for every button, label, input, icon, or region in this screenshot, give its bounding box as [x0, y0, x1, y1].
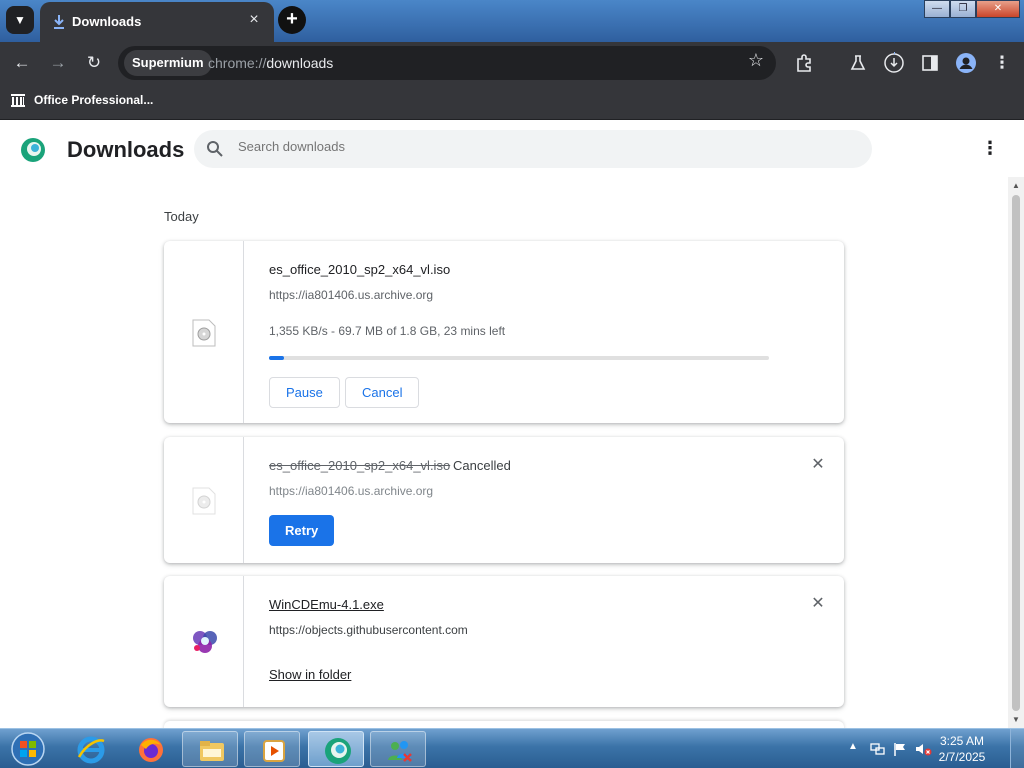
- file-name[interactable]: es_office_2010_sp2_x64_vl.iso: [269, 458, 450, 473]
- taskbar-network-users[interactable]: [370, 731, 426, 767]
- show-in-folder-link[interactable]: Show in folder: [269, 667, 351, 682]
- tab-title: Downloads: [72, 14, 142, 29]
- supermium-icon: [325, 738, 351, 764]
- system-tray: ▲ 3:25 AM 2/7/2025: [834, 729, 1024, 768]
- downloads-page: Downloads ⋮ ▲ ▼ Today es_office_2010_sp2…: [0, 121, 1024, 741]
- search-box[interactable]: [194, 130, 872, 168]
- browser-toolbar: ← → ↻ Supermium chrome://downloads ☆ ⋮: [0, 42, 1024, 84]
- clock-time: 3:25 AM: [939, 734, 985, 748]
- taskbar-supermium[interactable]: [308, 731, 364, 767]
- network-users-icon: [388, 741, 412, 762]
- window-controls: — ❐ ✕: [924, 0, 1020, 18]
- bookmark-star-icon[interactable]: ☆: [748, 50, 764, 71]
- bookmarks-bar: Office Professional...: [0, 84, 1024, 120]
- bookmark-label: Office Professional...: [34, 93, 154, 107]
- page-title: Downloads: [67, 137, 185, 162]
- file-name[interactable]: es_office_2010_sp2_x64_vl.iso: [269, 262, 450, 277]
- search-icon: [207, 141, 223, 157]
- page-header: Downloads ⋮: [0, 121, 1008, 177]
- search-input[interactable]: [238, 139, 838, 154]
- volume-muted-icon[interactable]: [914, 741, 932, 757]
- taskbar-firefox[interactable]: [122, 731, 178, 767]
- file-icon-column: [164, 576, 244, 707]
- archive-icon: [11, 94, 25, 107]
- disc-image-file-icon: [192, 487, 216, 515]
- file-source-url[interactable]: https://ia801406.us.archive.org: [269, 288, 433, 302]
- taskbar-file-explorer[interactable]: [182, 731, 238, 767]
- download-status: 1,355 KB/s - 69.7 MB of 1.8 GB, 23 mins …: [269, 324, 506, 338]
- forward-arrow-icon[interactable]: →: [45, 50, 71, 76]
- remove-item-close-icon[interactable]: ✕: [810, 457, 826, 473]
- lab-flask-icon[interactable]: [845, 50, 871, 76]
- file-source-url[interactable]: https://objects.githubusercontent.com: [269, 623, 468, 637]
- scroll-down-arrow-icon[interactable]: ▼: [1008, 715, 1024, 724]
- url-text[interactable]: chrome://downloads: [208, 55, 333, 71]
- chrome-menu-icon[interactable]: ⋮: [989, 50, 1015, 76]
- download-icon: [54, 15, 64, 29]
- remove-item-close-icon[interactable]: ✕: [810, 596, 826, 612]
- profile-avatar-icon[interactable]: [953, 50, 979, 76]
- media-player-icon: [263, 740, 285, 762]
- download-item: es_office_2010_sp2_x64_vl.iso https://ia…: [164, 241, 844, 423]
- window-titlebar: ▼ Downloads × + — ❐ ✕: [0, 0, 1024, 42]
- action-center-flag-icon[interactable]: [892, 741, 908, 757]
- tab-downloads[interactable]: Downloads ×: [40, 2, 274, 42]
- section-heading: Today: [164, 209, 199, 224]
- reload-icon[interactable]: ↻: [81, 50, 107, 76]
- download-status: Cancelled: [453, 458, 511, 473]
- page-scrollbar[interactable]: ▲ ▼: [1008, 177, 1024, 728]
- file-name-link[interactable]: WinCDEmu-4.1.exe: [269, 597, 384, 612]
- address-bar[interactable]: Supermium chrome://downloads ☆: [118, 46, 776, 80]
- supermium-logo-icon: [21, 138, 45, 162]
- tray-expand-arrow-icon[interactable]: ▲: [848, 741, 858, 752]
- chevron-down-icon: ▼: [14, 13, 26, 27]
- tab-search-button[interactable]: ▼: [6, 6, 34, 34]
- cancel-button[interactable]: Cancel: [345, 377, 420, 408]
- scroll-up-arrow-icon[interactable]: ▲: [1008, 181, 1024, 190]
- file-explorer-icon: [200, 741, 224, 761]
- side-panel-icon[interactable]: [917, 50, 943, 76]
- show-desktop-button[interactable]: [1010, 729, 1024, 768]
- internet-explorer-icon: [77, 736, 105, 764]
- taskbar-media-player[interactable]: [244, 731, 300, 767]
- file-icon-column: [164, 437, 244, 563]
- windows-start-icon[interactable]: [4, 729, 48, 768]
- network-icon[interactable]: [870, 741, 886, 757]
- pause-button[interactable]: Pause: [269, 377, 340, 408]
- clock-date: 2/7/2025: [938, 750, 986, 764]
- wincdemu-app-icon: [193, 631, 217, 653]
- windows-taskbar: ▲ 3:25 AM 2/7/2025: [0, 728, 1024, 768]
- maximize-button[interactable]: ❐: [950, 0, 976, 18]
- bookmark-office-professional[interactable]: Office Professional...: [10, 92, 153, 108]
- downloads-progress-icon[interactable]: [881, 50, 907, 76]
- tab-close-icon[interactable]: ×: [244, 10, 264, 30]
- download-item: WinCDEmu-4.1.exe https://objects.githubu…: [164, 576, 844, 707]
- minimize-button[interactable]: —: [924, 0, 950, 18]
- url-scheme: chrome://: [208, 55, 267, 71]
- download-item: es_office_2010_sp2_x64_vl.iso Cancelled …: [164, 437, 844, 563]
- download-progress-fill: [269, 356, 284, 360]
- file-source-url[interactable]: https://ia801406.us.archive.org: [269, 484, 433, 498]
- more-actions-icon[interactable]: ⋮: [980, 137, 1000, 161]
- scroll-thumb[interactable]: [1012, 195, 1020, 711]
- new-tab-button[interactable]: +: [278, 6, 306, 34]
- taskbar-internet-explorer[interactable]: [62, 731, 118, 767]
- firefox-icon: [139, 738, 163, 762]
- taskbar-clock[interactable]: 3:25 AM 2/7/2025: [932, 733, 992, 765]
- close-window-button[interactable]: ✕: [976, 0, 1020, 18]
- back-arrow-icon[interactable]: ←: [9, 50, 35, 76]
- download-progress-bar: [269, 356, 769, 360]
- extensions-icon[interactable]: [791, 50, 817, 76]
- disc-image-file-icon: [192, 319, 216, 347]
- url-host: downloads: [266, 55, 334, 71]
- file-icon-column: [164, 241, 244, 423]
- profile-chip[interactable]: Supermium: [124, 50, 212, 76]
- retry-button[interactable]: Retry: [269, 515, 335, 546]
